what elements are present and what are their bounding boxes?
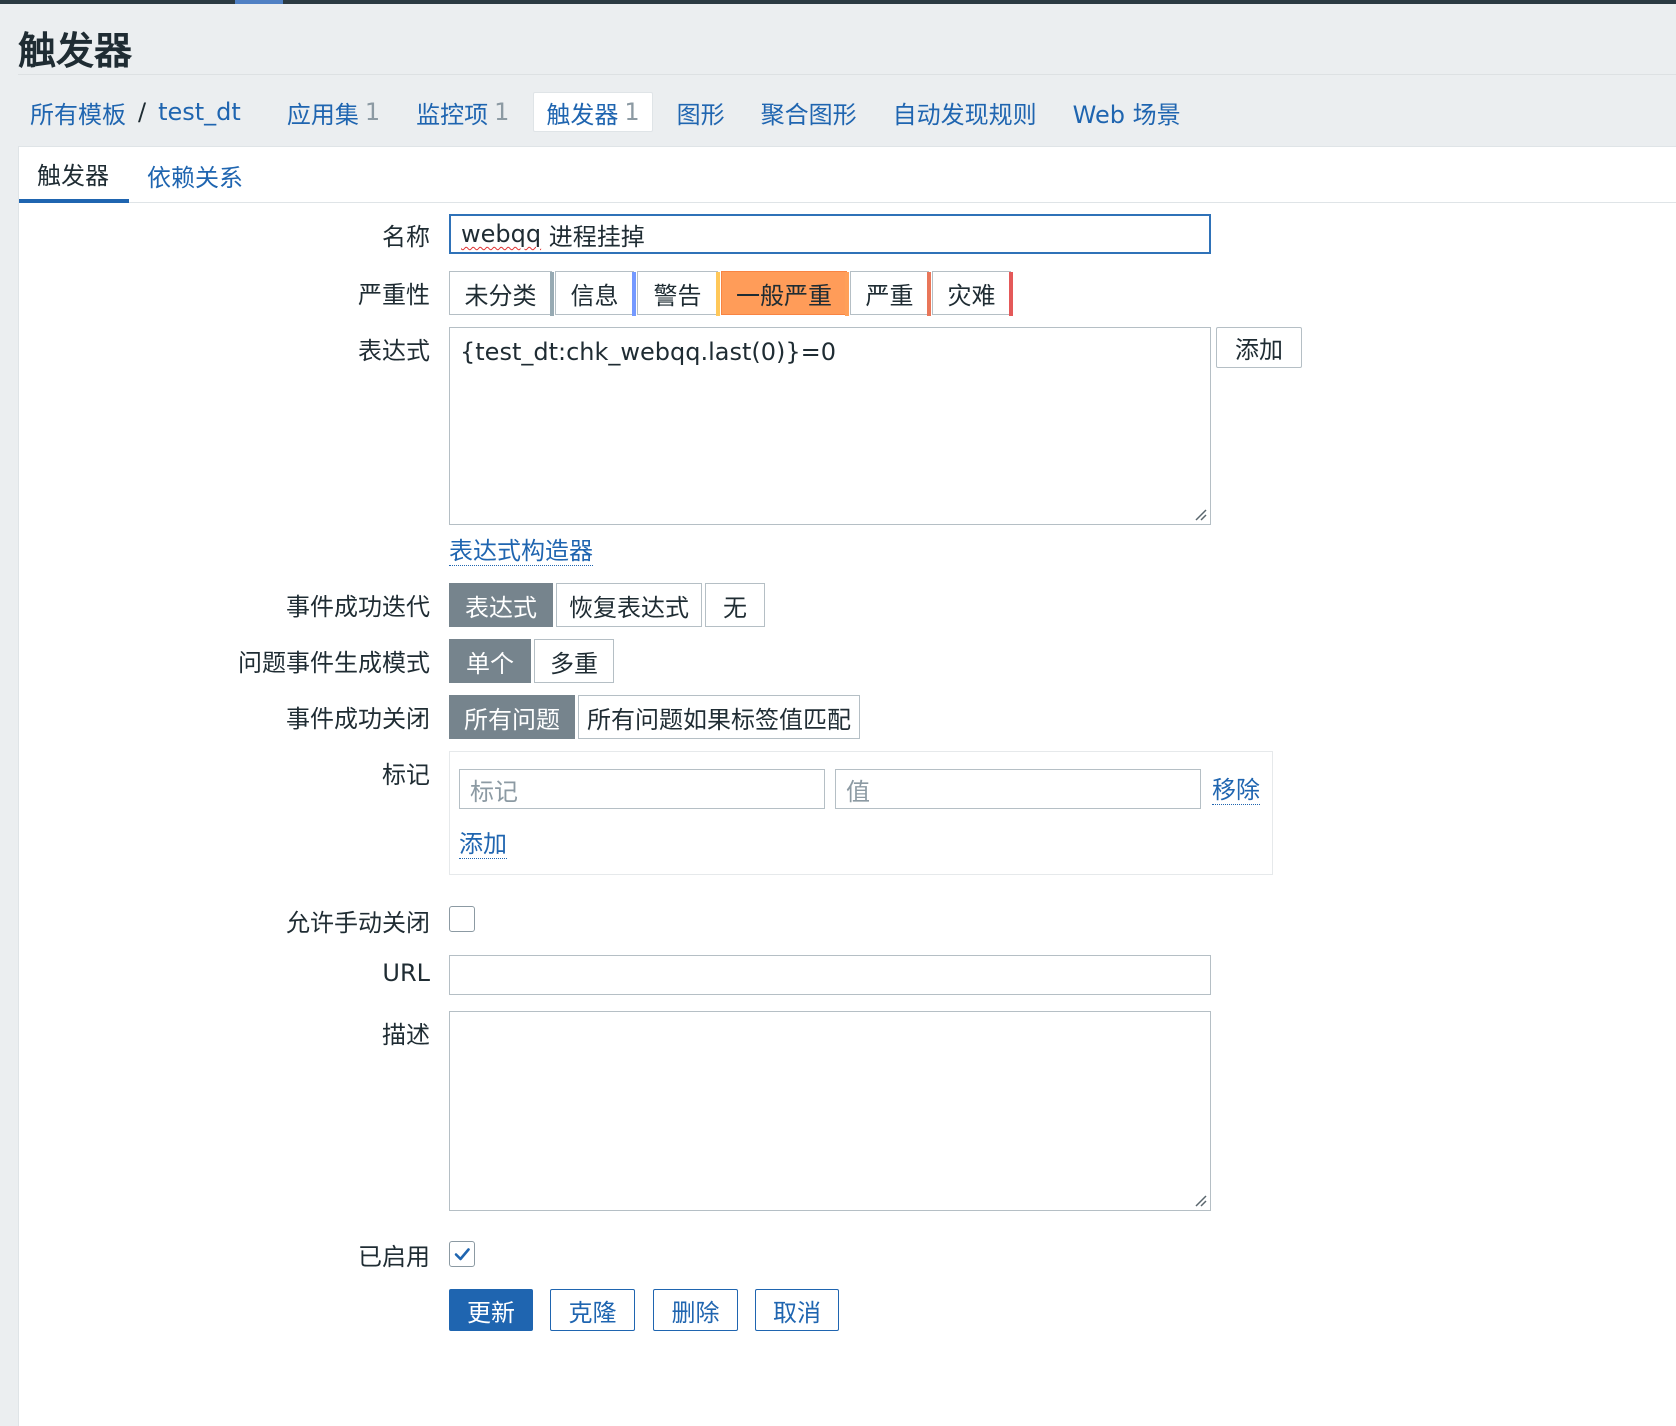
clone-button[interactable]: 克隆 — [550, 1289, 635, 1331]
tab-bar: 触发器 依赖关系 — [19, 147, 1676, 203]
nav-web-scenarios[interactable]: Web 场景 — [1061, 92, 1193, 132]
breadcrumb: 所有模板 / test_dt 应用集 1 监控项 1 触发器 1 图形 聚合图形 自动… — [18, 90, 1205, 134]
severity-average-color — [845, 272, 849, 316]
ok-event-closes-selector: 所有问题 所有问题如果标签值匹配 — [449, 695, 863, 739]
nav-applications-count: 1 — [364, 98, 381, 126]
url-label: URL — [382, 959, 430, 987]
page-title: 触发器 — [18, 29, 133, 73]
nav-graphs[interactable]: 图形 — [665, 92, 737, 132]
ok-event-expression-option[interactable]: 表达式 — [449, 583, 553, 627]
severity-disaster-label: 灾难 — [947, 281, 996, 310]
breadcrumb-template-label: test_dt — [158, 98, 241, 126]
nav-triggers-count: 1 — [624, 98, 640, 126]
nav-triggers[interactable]: 触发器 1 — [533, 92, 653, 132]
severity-not-classified-label: 未分类 — [464, 281, 537, 310]
nav-items[interactable]: 监控项 1 — [404, 92, 521, 132]
ok-event-closes-label: 事件成功关闭 — [286, 705, 430, 733]
breadcrumb-all-templates[interactable]: 所有模板 — [18, 92, 126, 132]
expression-label: 表达式 — [358, 337, 430, 365]
enabled-label: 已启用 — [358, 1243, 430, 1271]
severity-warning-color — [716, 272, 720, 316]
manual-close-checkbox[interactable] — [449, 906, 475, 932]
nav-screens[interactable]: 聚合图形 — [749, 92, 869, 132]
description-textarea[interactable] — [449, 1011, 1211, 1211]
nav-items-count: 1 — [494, 98, 510, 126]
resize-handle-icon[interactable] — [1191, 1191, 1207, 1207]
ok-event-generation-label: 事件成功迭代 — [286, 593, 430, 621]
url-input[interactable] — [449, 955, 1211, 995]
nav-triggers-label: 触发器 — [546, 100, 619, 129]
breadcrumb-separator: / — [138, 98, 147, 126]
delete-button[interactable]: 删除 — [653, 1289, 738, 1331]
severity-disaster[interactable]: 灾难 — [932, 271, 1013, 316]
title-divider — [18, 74, 1676, 75]
severity-not-classified[interactable]: 未分类 — [449, 271, 554, 316]
problem-mode-single-option[interactable]: 单个 — [449, 639, 531, 683]
nav-applications[interactable]: 应用集 1 — [275, 92, 392, 132]
name-input-word: webqq — [461, 220, 542, 248]
problem-mode-multiple-option[interactable]: 多重 — [534, 639, 614, 683]
tag-remove-link[interactable]: 移除 — [1212, 776, 1260, 805]
severity-high-label: 严重 — [865, 281, 914, 310]
severity-not-classified-color — [550, 272, 554, 316]
enabled-checkbox[interactable] — [449, 1241, 475, 1267]
name-input[interactable]: webqq 进程挂掉 — [449, 214, 1211, 254]
nav-discovery-rules-label: 自动发现规则 — [892, 100, 1037, 129]
ok-event-recovery-option[interactable]: 恢复表达式 — [556, 583, 702, 627]
ok-event-none-option[interactable]: 无 — [705, 583, 765, 627]
name-label: 名称 — [382, 223, 430, 251]
ok-closes-tag-match-option[interactable]: 所有问题如果标签值匹配 — [578, 695, 860, 739]
nav-graphs-label: 图形 — [676, 100, 725, 129]
severity-warning[interactable]: 警告 — [637, 271, 720, 316]
name-input-rest: 进程挂掉 — [541, 222, 645, 251]
severity-information-color — [632, 272, 636, 316]
description-label: 描述 — [382, 1021, 430, 1049]
severity-information-label: 信息 — [570, 281, 619, 310]
update-button[interactable]: 更新 — [449, 1289, 533, 1331]
severity-disaster-color — [1009, 272, 1013, 316]
top-bar — [0, 0, 1676, 4]
tab-trigger[interactable]: 触发器 — [19, 147, 129, 203]
expression-add-button[interactable]: 添加 — [1216, 327, 1302, 368]
problem-mode-selector: 单个 多重 — [449, 639, 617, 683]
trigger-form-panel: 触发器 依赖关系 名称 webqq 进程挂掉 严重性 未分类 信息 警告 一般严… — [18, 146, 1676, 1426]
severity-label: 严重性 — [358, 281, 430, 309]
severity-high[interactable]: 严重 — [850, 271, 931, 316]
ok-event-generation-selector: 表达式 恢复表达式 无 — [449, 583, 768, 627]
checkmark-icon — [454, 1248, 470, 1261]
nav-web-scenarios-label: Web 场景 — [1072, 100, 1181, 129]
breadcrumb-template[interactable]: test_dt — [158, 92, 253, 132]
nav-applications-label: 应用集 — [286, 100, 359, 129]
expression-textarea[interactable]: {test_dt:chk_webqq.last(0)}=0 — [449, 327, 1211, 525]
severity-warning-label: 警告 — [653, 281, 702, 310]
tag-name-input[interactable]: 标记 — [459, 769, 825, 809]
severity-high-color — [927, 272, 931, 316]
tag-value-input[interactable]: 值 — [835, 769, 1201, 809]
breadcrumb-all-templates-label: 所有模板 — [30, 100, 126, 129]
tab-dependencies[interactable]: 依赖关系 — [129, 147, 261, 203]
severity-average[interactable]: 一般严重 — [721, 271, 849, 316]
tag-value-placeholder: 值 — [846, 777, 870, 806]
tag-add-link[interactable]: 添加 — [459, 830, 507, 859]
severity-average-label: 一般严重 — [736, 281, 832, 310]
nav-items-label: 监控项 — [416, 100, 489, 129]
top-bar-accent — [235, 0, 283, 4]
nav-discovery-rules[interactable]: 自动发现规则 — [881, 92, 1049, 132]
nav-screens-label: 聚合图形 — [760, 100, 857, 129]
manual-close-label: 允许手动关闭 — [286, 909, 430, 937]
ok-closes-all-option[interactable]: 所有问题 — [449, 695, 575, 739]
severity-information[interactable]: 信息 — [555, 271, 636, 316]
tag-name-placeholder: 标记 — [470, 777, 518, 806]
tags-container: 标记 值 移除 添加 — [449, 751, 1273, 875]
expression-constructor-link[interactable]: 表达式构造器 — [449, 537, 593, 566]
cancel-button[interactable]: 取消 — [755, 1289, 839, 1331]
tags-label: 标记 — [382, 761, 430, 789]
severity-selector: 未分类 信息 警告 一般严重 严重 灾难 — [449, 271, 1014, 316]
resize-handle-icon[interactable] — [1191, 505, 1207, 521]
expression-value: {test_dt:chk_webqq.last(0)}=0 — [460, 338, 837, 366]
problem-mode-label: 问题事件生成模式 — [238, 649, 430, 677]
